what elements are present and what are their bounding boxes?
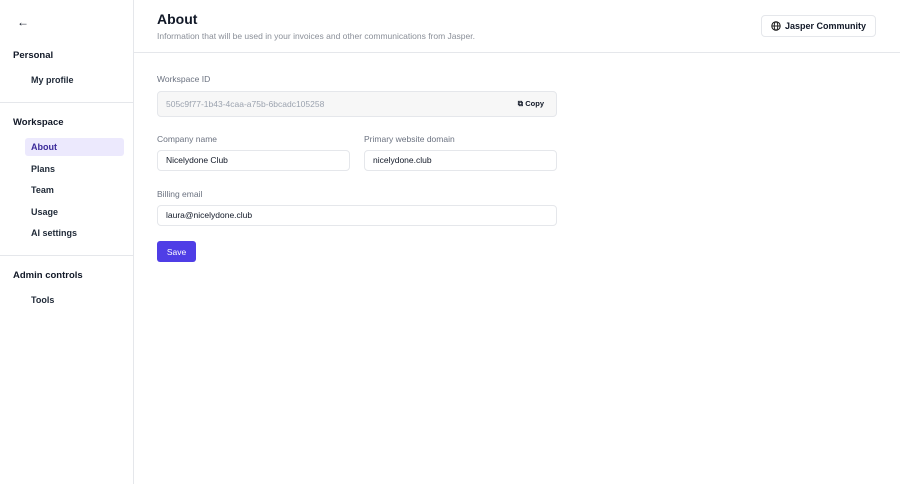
back-arrow-icon[interactable]: ← [14, 13, 32, 31]
copy-button[interactable]: ⧉ Copy [518, 92, 544, 116]
sidebar: ← Personal My profile Workspace About Pl… [0, 0, 134, 484]
copy-label: Copy [525, 99, 544, 108]
jasper-community-button[interactable]: Jasper Community [760, 15, 876, 37]
sidebar-item-team[interactable]: Team [25, 181, 124, 199]
sidebar-item-my-profile[interactable]: My profile [25, 71, 124, 89]
workspace-id-label: Workspace ID [157, 74, 211, 84]
divider [0, 102, 133, 103]
sidebar-item-plans[interactable]: Plans [25, 160, 124, 178]
jasper-community-label: Jasper Community [784, 21, 866, 31]
website-domain-label: Primary website domain [364, 134, 455, 144]
sidebar-item-about[interactable]: About [25, 138, 124, 156]
page-header: About Information that will be used in y… [134, 0, 900, 53]
company-name-input[interactable]: Nicelydone Club [157, 150, 350, 171]
page-title: About [157, 11, 198, 27]
billing-email-input[interactable]: laura@nicelydone.club [157, 205, 557, 226]
website-domain-input[interactable]: nicelydone.club [364, 150, 557, 171]
sidebar-item-ai-settings[interactable]: AI settings [25, 224, 124, 242]
section-admin-controls: Admin controls [13, 270, 83, 281]
workspace-id-value: 505c9f77-1b43-4caa-a75b-6bcadc105258 [166, 99, 325, 109]
globe-icon [771, 21, 781, 31]
section-personal: Personal [13, 50, 54, 61]
section-workspace: Workspace [13, 117, 64, 128]
sidebar-item-usage[interactable]: Usage [25, 203, 124, 221]
billing-email-label: Billing email [157, 189, 203, 199]
copy-icon: ⧉ [517, 99, 524, 108]
page-subtitle: Information that will be used in your in… [157, 31, 475, 41]
company-name-label: Company name [157, 134, 218, 144]
workspace-id-field: 505c9f77-1b43-4caa-a75b-6bcadc105258 ⧉ C… [157, 91, 557, 117]
save-button[interactable]: Save [157, 241, 196, 262]
sidebar-item-tools[interactable]: Tools [25, 291, 124, 309]
divider [0, 255, 133, 256]
